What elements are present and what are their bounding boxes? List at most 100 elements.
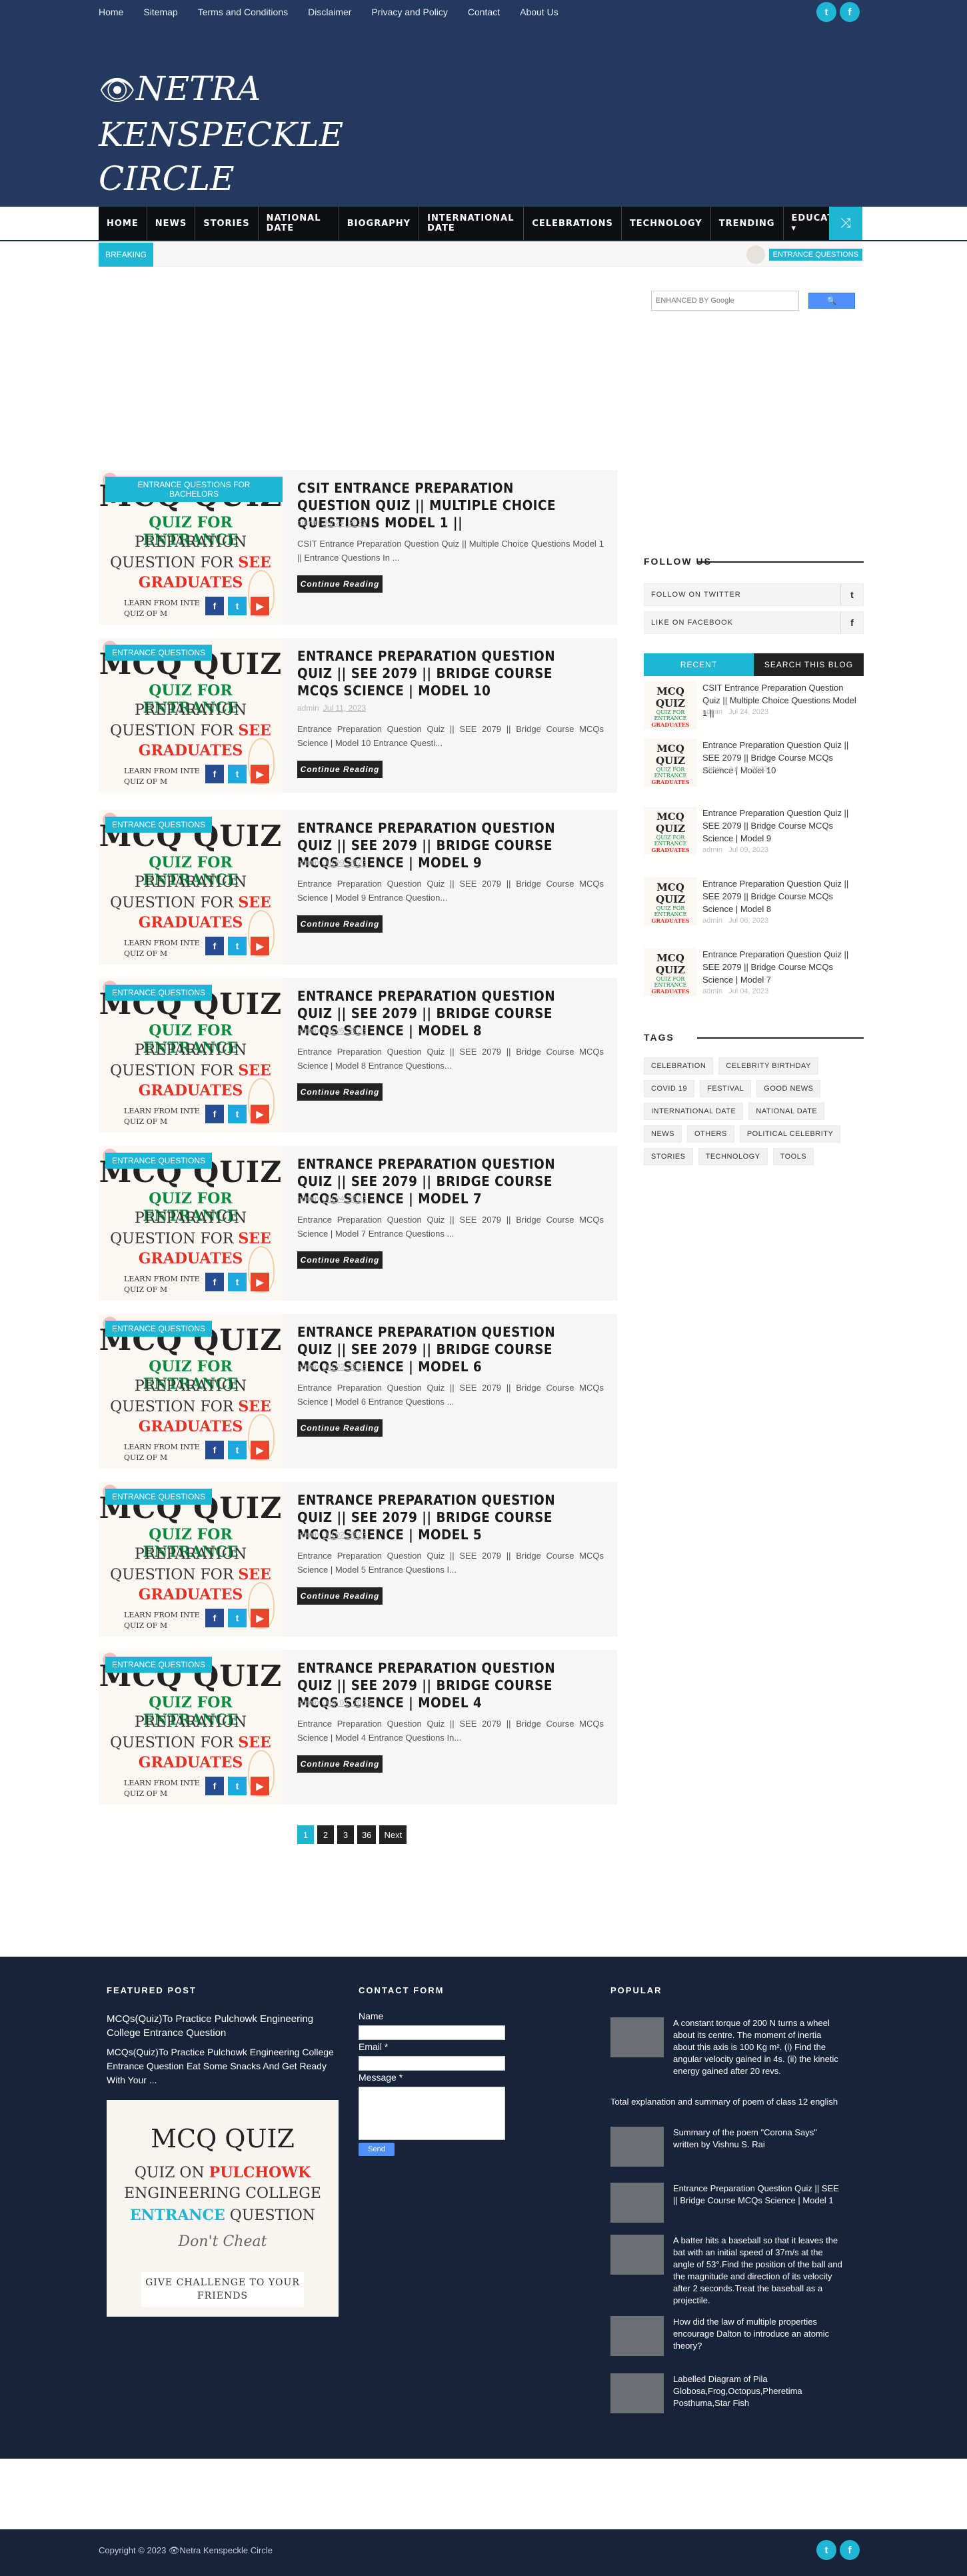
- post-author[interactable]: admin: [297, 1362, 319, 1371]
- name-field[interactable]: [359, 2025, 505, 2040]
- recent-item[interactable]: MCQ QUIZ QUIZ FOR ENTRANCE GRADUATES Entra…: [644, 807, 864, 867]
- tag-item[interactable]: INTERNATIONAL DATE: [644, 1103, 744, 1120]
- email-field[interactable]: [359, 2056, 505, 2071]
- facebook-share-icon[interactable]: f: [205, 1273, 224, 1291]
- facebook-share-icon[interactable]: f: [205, 765, 224, 783]
- nav-trending[interactable]: TRENDING: [711, 207, 784, 240]
- post-thumbnail[interactable]: MCQ QUIZ QUIZ FOR ENTRANCE PREPARATION Q…: [99, 978, 283, 1133]
- post-category[interactable]: ENTRANCE QUESTIONS: [105, 1321, 213, 1337]
- facebook-share-icon[interactable]: f: [205, 1105, 224, 1123]
- tag-item[interactable]: STORIES: [644, 1148, 693, 1165]
- post-category[interactable]: ENTRANCE QUESTIONS: [105, 1489, 213, 1505]
- tag-item[interactable]: FESTIVAL: [700, 1080, 752, 1097]
- tag-item[interactable]: CELEBRATION: [644, 1057, 714, 1075]
- post-category[interactable]: ENTRANCE QUESTIONS: [105, 1153, 213, 1169]
- tab-search-blog[interactable]: SEARCH THIS BLOG: [754, 653, 864, 676]
- topnav-home[interactable]: Home: [99, 7, 123, 17]
- recent-item[interactable]: MCQ QUIZ QUIZ FOR ENTRANCE GRADUATES Entra…: [644, 739, 864, 799]
- popular-title[interactable]: Entrance Preparation Question Quiz || SE…: [673, 2183, 844, 2207]
- facebook-icon[interactable]: f: [840, 2540, 860, 2560]
- nav-international-date[interactable]: INTERNATIONAL DATE: [419, 207, 524, 240]
- post-author[interactable]: admin: [297, 703, 319, 713]
- post-thumbnail[interactable]: MCQ QUIZ QUIZ FOR ENTRANCE PREPARATION Q…: [99, 1482, 283, 1637]
- post-author[interactable]: admin: [297, 1026, 319, 1035]
- recent-item[interactable]: MCQ QUIZ QUIZ FOR ENTRANCE GRADUATES Entra…: [644, 948, 864, 1008]
- facebook-share-icon[interactable]: f: [205, 937, 224, 955]
- continue-reading-button[interactable]: Continue Reading: [297, 761, 383, 778]
- youtube-share-icon[interactable]: ▶: [251, 937, 269, 955]
- page-next[interactable]: Next: [379, 1825, 407, 1844]
- post-author[interactable]: admin: [297, 1530, 319, 1539]
- twitter-share-icon[interactable]: t: [228, 765, 247, 783]
- tab-recent[interactable]: RECENT: [644, 653, 754, 676]
- post-category[interactable]: ENTRANCE QUESTIONS: [105, 985, 213, 1001]
- facebook-share-icon[interactable]: f: [205, 1441, 224, 1459]
- youtube-share-icon[interactable]: ▶: [251, 1609, 269, 1627]
- post-author[interactable]: admin: [297, 1194, 319, 1203]
- continue-reading-button[interactable]: Continue Reading: [297, 1755, 383, 1773]
- popular-title[interactable]: A batter hits a baseball so that it leav…: [673, 2235, 844, 2307]
- youtube-share-icon[interactable]: ▶: [251, 1105, 269, 1123]
- search-button[interactable]: 🔍: [808, 293, 855, 309]
- topnav-contact[interactable]: Contact: [468, 7, 500, 17]
- popular-title[interactable]: How did the law of multiple properties e…: [673, 2316, 844, 2352]
- twitter-share-icon[interactable]: t: [228, 597, 247, 615]
- topnav-terms[interactable]: Terms and Conditions: [198, 7, 288, 17]
- continue-reading-button[interactable]: Continue Reading: [297, 1251, 383, 1269]
- page-36[interactable]: 36: [357, 1825, 377, 1844]
- popular-title[interactable]: Summary of the poem "Corona Says" writte…: [673, 2127, 844, 2151]
- popular-title[interactable]: A constant torque of 200 N turns a wheel…: [673, 2017, 844, 2077]
- site-logo[interactable]: 👁NETRA KENSPECKLE CIRCLE: [99, 67, 343, 201]
- twitter-share-icon[interactable]: t: [228, 1273, 247, 1291]
- post-thumbnail[interactable]: MCQ QUIZ QUIZ FOR ENTRANCE PREPARATION Q…: [99, 638, 283, 793]
- tag-item[interactable]: NEWS: [644, 1125, 682, 1143]
- shuffle-icon[interactable]: ⤨: [829, 207, 862, 240]
- nav-stories[interactable]: STORIES: [195, 207, 259, 240]
- tag-item[interactable]: COVID 19: [644, 1080, 695, 1097]
- tag-item[interactable]: POLITICAL CELEBRITY: [739, 1125, 841, 1143]
- continue-reading-button[interactable]: Continue Reading: [297, 1083, 383, 1101]
- facebook-share-icon[interactable]: f: [205, 597, 224, 615]
- page-1[interactable]: 1: [297, 1825, 314, 1844]
- topnav-disclaimer[interactable]: Disclaimer: [308, 7, 351, 17]
- post-title[interactable]: ENTRANCE PREPARATION QUESTION QUIZ || SE…: [297, 647, 579, 699]
- popular-title[interactable]: Labelled Diagram of Pila Globosa,Frog,Oc…: [673, 2373, 844, 2409]
- tag-item[interactable]: OTHERS: [687, 1125, 734, 1143]
- follow-twitter[interactable]: FOLLOW ON TWITTER t: [644, 583, 864, 606]
- recent-title[interactable]: Entrance Preparation Question Quiz || SE…: [702, 807, 862, 845]
- topnav-sitemap[interactable]: Sitemap: [143, 7, 177, 17]
- recent-title[interactable]: Entrance Preparation Question Quiz || SE…: [702, 948, 862, 986]
- post-thumbnail[interactable]: MCQ QUIZ QUIZ FOR ENTRANCE PREPARATION Q…: [99, 1314, 283, 1469]
- nav-technology[interactable]: TECHNOLOGY: [622, 207, 711, 240]
- post-category[interactable]: ENTRANCE QUESTIONS: [105, 645, 213, 661]
- send-button[interactable]: Send: [359, 2143, 395, 2156]
- recent-item[interactable]: MCQ QUIZ QUIZ FOR ENTRANCE GRADUATES CSIT …: [644, 681, 864, 741]
- twitter-share-icon[interactable]: t: [228, 937, 247, 955]
- twitter-share-icon[interactable]: t: [228, 1609, 247, 1627]
- youtube-share-icon[interactable]: ▶: [251, 1441, 269, 1459]
- popular-title[interactable]: Total explanation and summary of poem of…: [610, 2096, 844, 2108]
- twitter-icon[interactable]: t: [816, 2, 836, 22]
- topnav-privacy[interactable]: Privacy and Policy: [371, 7, 447, 17]
- continue-reading-button[interactable]: Continue Reading: [297, 915, 383, 933]
- post-thumbnail[interactable]: MCQ QUIZ QUIZ FOR ENTRANCE PREPARATION Q…: [99, 470, 283, 625]
- post-author[interactable]: admin: [297, 858, 319, 867]
- tag-item[interactable]: TOOLS: [772, 1148, 814, 1165]
- twitter-share-icon[interactable]: t: [228, 1441, 247, 1459]
- tag-item[interactable]: TECHNOLOGY: [698, 1148, 768, 1165]
- twitter-share-icon[interactable]: t: [228, 1105, 247, 1123]
- youtube-share-icon[interactable]: ▶: [251, 765, 269, 783]
- topnav-about[interactable]: About Us: [520, 7, 558, 17]
- continue-reading-button[interactable]: Continue Reading: [297, 1419, 383, 1437]
- recent-item[interactable]: MCQ QUIZ QUIZ FOR ENTRANCE GRADUATES Entra…: [644, 877, 864, 937]
- follow-facebook[interactable]: LIKE ON FACEBOOK f: [644, 611, 864, 634]
- page-3[interactable]: 3: [337, 1825, 354, 1844]
- continue-reading-button[interactable]: Continue Reading: [297, 1587, 383, 1605]
- tag-item[interactable]: NATIONAL DATE: [748, 1103, 825, 1120]
- post-category[interactable]: ENTRANCE QUESTIONS: [105, 1657, 213, 1673]
- twitter-share-icon[interactable]: t: [228, 1777, 247, 1795]
- post-author[interactable]: admin: [297, 518, 319, 527]
- post-thumbnail[interactable]: MCQ QUIZ QUIZ FOR ENTRANCE PREPARATION Q…: [99, 810, 283, 965]
- post-category[interactable]: ENTRANCE QUESTIONS FOR BACHELORS: [105, 477, 283, 502]
- continue-reading-button[interactable]: Continue Reading: [297, 575, 383, 593]
